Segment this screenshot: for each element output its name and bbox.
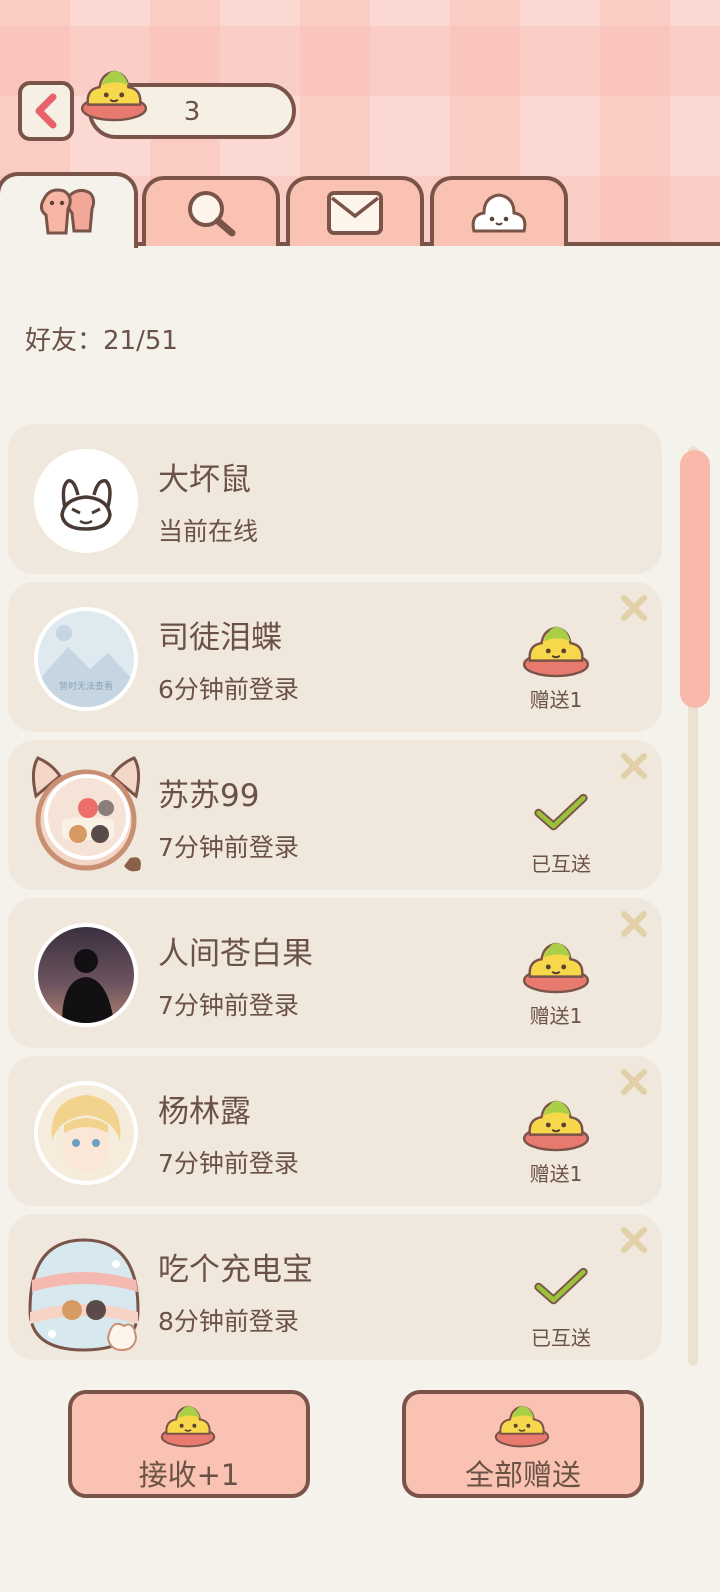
close-icon[interactable]	[620, 752, 648, 780]
friend-status: 7分钟前登录	[158, 991, 299, 1020]
send-all-button[interactable]: 全部赠送	[402, 1390, 644, 1498]
close-icon[interactable]	[620, 594, 648, 622]
egg-frame	[28, 1238, 140, 1352]
chevron-left-icon	[35, 93, 57, 129]
mochi-icon	[522, 1096, 590, 1152]
close-icon[interactable]	[620, 910, 648, 938]
friend-name: 吃个充电宝	[158, 1252, 313, 1288]
send-gift-label: 赠送1	[529, 688, 583, 712]
avatar	[34, 923, 138, 1027]
friends-icon	[39, 188, 96, 235]
friend-name: 大坏鼠	[158, 462, 251, 498]
send-gift-button[interactable]: 赠送1	[518, 938, 594, 1028]
mochi-icon	[494, 1402, 550, 1448]
silhouette-icon	[62, 949, 114, 1023]
back-button[interactable]	[18, 81, 74, 141]
tab-bar	[0, 172, 720, 248]
friend-status: 当前在线	[158, 517, 259, 546]
mochi-icon	[80, 66, 148, 122]
avatar	[34, 449, 138, 553]
image-placeholder-icon	[38, 625, 134, 707]
send-gift-label: 赠送1	[529, 1004, 583, 1028]
tab-gifts[interactable]	[430, 176, 568, 246]
mutual-sent-badge: 已互送	[516, 1268, 606, 1358]
close-icon[interactable]	[620, 1068, 648, 1096]
anime-portrait-icon	[51, 1095, 121, 1173]
friend-status: 8分钟前登录	[158, 1307, 299, 1336]
tab-search[interactable]	[142, 176, 280, 246]
bunny-face-icon	[60, 479, 112, 531]
send-all-label: 全部赠送	[464, 1458, 581, 1492]
mochi-icon	[471, 193, 527, 233]
avatar	[44, 774, 130, 860]
friend-name: 司徒泪蝶	[158, 620, 282, 656]
send-gift-button[interactable]: 赠送1	[518, 622, 594, 712]
friend-card[interactable]: 暂时无法查看 司徒泪蝶 6分钟前登录 赠送1	[8, 582, 662, 732]
mochi-icon	[522, 622, 590, 678]
avatar-caption: 暂时无法查看	[58, 682, 113, 692]
friend-status: 7分钟前登录	[158, 833, 299, 862]
mutual-sent-label: 已互送	[531, 852, 591, 876]
receive-label: 接收+1	[138, 1458, 240, 1492]
cake-icon	[62, 798, 114, 843]
send-gift-button[interactable]: 赠送1	[518, 1096, 594, 1186]
tab-friends[interactable]	[0, 172, 138, 248]
friend-card[interactable]: 吃个充电宝 8分钟前登录 已互送	[8, 1214, 662, 1360]
friend-name: 苏苏99	[158, 778, 260, 814]
mail-icon	[327, 191, 383, 235]
avatar	[34, 1081, 138, 1185]
friend-card[interactable]: 人间苍白果 7分钟前登录 赠送1	[8, 898, 662, 1048]
checkmark-icon	[533, 792, 589, 834]
mutual-sent-badge: 已互送	[516, 794, 606, 884]
mochi-icon	[522, 938, 590, 994]
friend-count-label: 好友：21/51	[25, 326, 178, 356]
send-gift-label: 赠送1	[529, 1162, 583, 1186]
friend-name: 杨林露	[158, 1094, 251, 1130]
tab-messages[interactable]	[286, 176, 424, 246]
mutual-sent-label: 已互送	[531, 1326, 591, 1350]
friend-card[interactable]: 杨林露 7分钟前登录 赠送1	[8, 1056, 662, 1206]
friend-name: 人间苍白果	[158, 936, 313, 972]
mochi-icon	[160, 1402, 216, 1448]
checkmark-icon	[533, 1266, 589, 1308]
friend-status: 6分钟前登录	[158, 675, 299, 704]
friend-card[interactable]: 大坏鼠 当前在线	[8, 424, 662, 574]
friend-status: 7分钟前登录	[158, 1149, 299, 1178]
scrollbar-thumb[interactable]	[680, 450, 710, 708]
receive-button[interactable]: 接收+1	[68, 1390, 310, 1498]
close-icon[interactable]	[620, 1226, 648, 1254]
search-icon	[188, 191, 236, 237]
friend-card[interactable]: 苏苏99 7分钟前登录 已互送	[8, 740, 662, 890]
avatar: 暂时无法查看	[34, 607, 138, 711]
